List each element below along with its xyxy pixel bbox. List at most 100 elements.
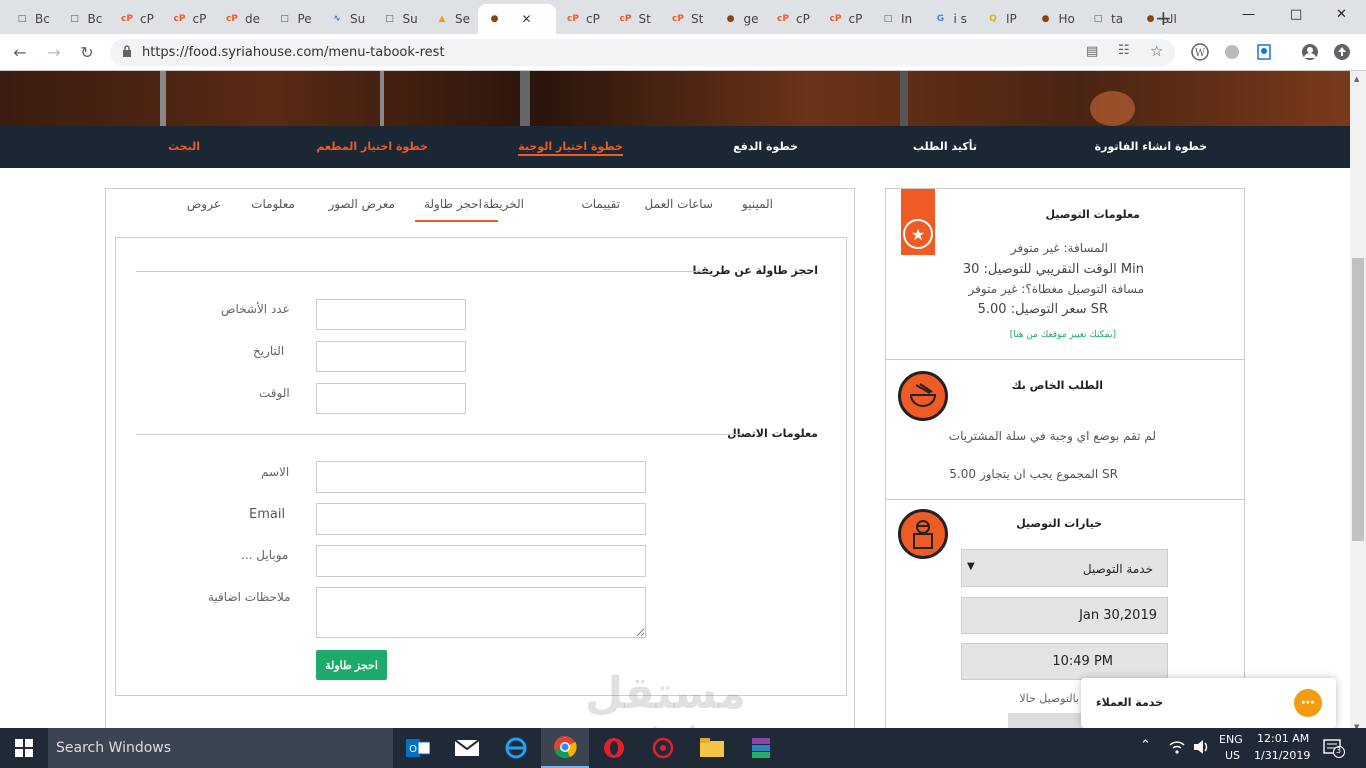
time-label: الوقت (259, 386, 290, 400)
order-step[interactable]: تأكيد الطلب (913, 140, 977, 153)
email-input[interactable] (316, 503, 646, 535)
browser-tab[interactable]: □ Su (373, 4, 426, 34)
wordpress-icon[interactable]: W (1190, 42, 1210, 62)
keyboard-region[interactable]: US (1225, 749, 1240, 762)
persons-input[interactable] (316, 299, 466, 330)
page-tab[interactable]: الخريطة (483, 197, 524, 211)
page-tab[interactable]: تقييمات (581, 197, 620, 211)
browser-tab[interactable]: □ ta (1081, 4, 1134, 34)
page-tab[interactable]: معلومات (251, 197, 295, 211)
browser-tab[interactable]: cP cP (163, 4, 216, 34)
page-tab[interactable]: احجز طاولة (424, 197, 482, 211)
browser-tab[interactable]: □ Pe (268, 4, 321, 34)
taskbar-search-box[interactable]: Search Windows (48, 728, 393, 768)
page-scrollbar[interactable]: ▲ ▼ (1350, 71, 1366, 736)
order-step[interactable]: خطوة انشاء الفاتورة (1095, 140, 1207, 153)
outlook-icon[interactable]: O (394, 728, 442, 768)
browser-tab[interactable]: cP St (661, 4, 714, 34)
name-input[interactable] (316, 461, 646, 493)
page-tab[interactable]: ساعات العمل (645, 197, 713, 211)
bookmark-star-icon[interactable]: ☆ (1150, 42, 1163, 60)
book-table-button[interactable]: احجز طاولة (316, 650, 387, 680)
blocked-icon[interactable]: ▤ (1086, 44, 1098, 59)
fire-icon: ▲ (438, 14, 446, 24)
address-bar[interactable]: https://food.syriahouse.com/menu-tabook-… (110, 39, 1175, 66)
mail-icon[interactable] (443, 728, 491, 768)
browser-tab[interactable]: cP St (609, 4, 662, 34)
order-step[interactable]: خطوة اختيار الوجبة (518, 140, 623, 156)
internet-explorer-icon[interactable] (492, 728, 540, 768)
browser-tab[interactable]: cP cP (110, 4, 163, 34)
chrome-icon[interactable] (541, 728, 589, 768)
back-icon[interactable]: ← (10, 42, 30, 62)
scroll-up-icon[interactable]: ▲ (1354, 75, 1359, 83)
close-window-icon[interactable]: ✕ (1336, 7, 1347, 22)
order-step[interactable]: خطوة الدفع (733, 140, 798, 153)
wifi-icon[interactable] (1168, 738, 1186, 756)
browser-tab[interactable]: cP de (215, 4, 268, 34)
date-input[interactable] (316, 341, 466, 372)
forward-icon[interactable]: → (44, 42, 64, 62)
action-center-icon[interactable]: 3 (1323, 738, 1345, 758)
translate-icon[interactable]: ☷ (1118, 43, 1130, 58)
delivery-eta: الوقت التقريبي للتوصيل: 30 Min (962, 262, 1144, 277)
browser-tab[interactable]: Q IP (976, 4, 1029, 34)
page-tab[interactable]: المينيو (742, 197, 773, 211)
browser-tab-label: ta (1111, 12, 1124, 26)
windows-start-icon[interactable] (0, 728, 48, 768)
browser-tab[interactable]: cP cP (556, 4, 609, 34)
cpanel-icon: cP (777, 14, 789, 24)
extension-icon[interactable] (1222, 42, 1242, 62)
browser-tab[interactable]: ▲ Se (425, 4, 478, 34)
scrollbar-thumb[interactable] (1352, 258, 1364, 541)
chat-bubble-icon[interactable]: ⋯ (1294, 689, 1322, 717)
page-tab[interactable]: عروض (187, 197, 221, 211)
profile-icon[interactable] (1300, 42, 1320, 62)
order-sidebar: ★ معلومات التوصيل المسافة: غير متوفر الو… (885, 188, 1245, 736)
taskbar-date[interactable]: 1/31/2019 (1254, 749, 1310, 762)
page-icon: □ (1093, 14, 1103, 24)
winrar-icon[interactable] (737, 728, 785, 768)
browser-tab[interactable]: □ Bc (5, 4, 58, 34)
change-location-link[interactable]: [يمكنك تغيير موقعك من هنا] (1010, 330, 1116, 340)
file-explorer-icon[interactable] (688, 728, 736, 768)
browser-tab[interactable]: cP cP (819, 4, 872, 34)
delivery-time-input[interactable]: 10:49 PM (961, 643, 1168, 680)
taskbar-time[interactable]: 12:01 AM (1257, 732, 1309, 745)
keyboard-language[interactable]: ENG (1219, 733, 1243, 746)
browser-tab[interactable]: ● ✕ (477, 4, 556, 34)
site-icon: ● (1041, 14, 1050, 24)
notes-textarea[interactable] (316, 587, 646, 638)
close-tab-icon[interactable]: ✕ (522, 12, 532, 26)
customer-service-chat-widget[interactable]: خدمة العملاء ⋯ (1081, 678, 1336, 728)
new-tab-button[interactable]: + (1155, 6, 1172, 30)
maximize-icon[interactable]: □ (1290, 7, 1302, 22)
search-icon: Q (989, 14, 997, 24)
delivery-date-input[interactable]: Jan 30,2019 (961, 597, 1168, 634)
order-step[interactable]: خطوة اختيار المطعم (316, 140, 428, 153)
show-hidden-icons-icon[interactable]: ⌃ (1140, 738, 1151, 753)
minimize-icon[interactable]: — (1242, 7, 1255, 22)
page-tab[interactable]: معرض الصور (328, 197, 395, 211)
browser-tab[interactable]: Gi s (924, 4, 977, 34)
browser-tab[interactable]: ∿ Su (320, 4, 373, 34)
reload-icon[interactable]: ↻ (77, 42, 97, 62)
browser-tab[interactable]: □ In (871, 4, 924, 34)
svg-text:O: O (409, 744, 417, 755)
delivery-service-select[interactable]: ▼ خدمة التوصيل (961, 549, 1168, 587)
update-menu-icon[interactable] (1332, 42, 1352, 62)
site-icon: ● (490, 14, 499, 24)
mobile-input[interactable] (316, 545, 646, 577)
time-input[interactable] (316, 383, 466, 414)
browser-tab[interactable]: cP cP (766, 4, 819, 34)
browser-tab[interactable]: ● ge (714, 4, 767, 34)
browser-tab[interactable]: □ Bc (58, 4, 111, 34)
opera-icon[interactable] (590, 728, 638, 768)
browser-tab[interactable]: ● Ho (1029, 4, 1082, 34)
order-step[interactable]: البحث (168, 140, 200, 153)
volume-icon[interactable] (1192, 738, 1210, 756)
app-icon[interactable] (639, 728, 687, 768)
browser-tab-label: In (901, 12, 913, 26)
extension-badge-icon[interactable] (1254, 42, 1274, 62)
web-page: خطوة انشاء الفاتورة تأكيد الطلب خطوة الدفع… (0, 71, 1350, 736)
